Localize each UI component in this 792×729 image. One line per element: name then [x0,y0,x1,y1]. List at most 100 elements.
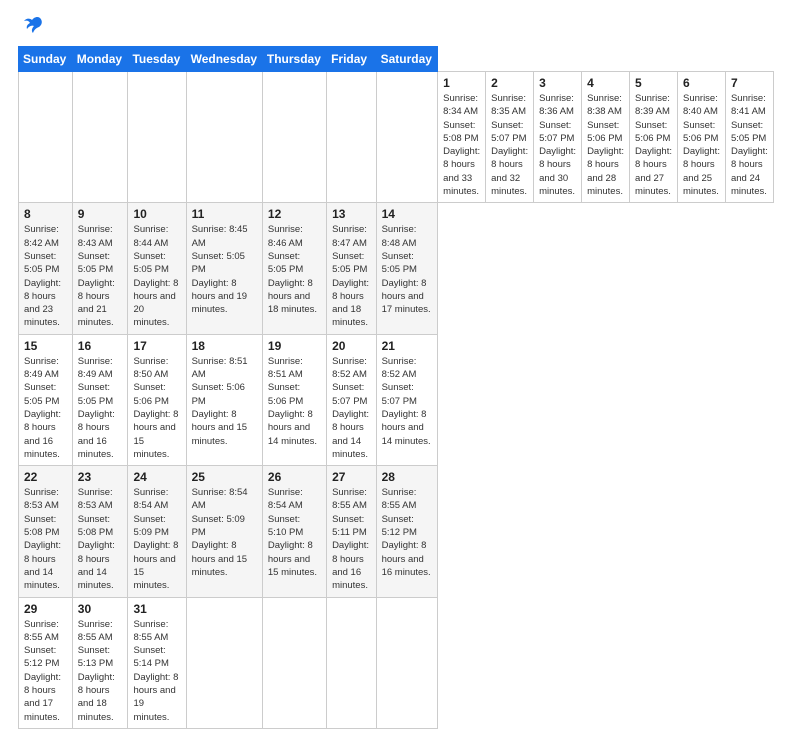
calendar-cell [327,597,377,728]
day-number: 25 [192,470,257,484]
calendar-cell: 12 Sunrise: 8:46 AMSunset: 5:05 PMDaylig… [262,203,326,334]
calendar-cell: 28 Sunrise: 8:55 AMSunset: 5:12 PMDaylig… [376,466,438,597]
calendar-cell: 25 Sunrise: 8:54 AMSunset: 5:09 PMDaylig… [186,466,262,597]
day-info: Sunrise: 8:51 AMSunset: 5:06 PMDaylight:… [268,355,321,448]
calendar-cell [327,72,377,203]
day-number: 20 [332,339,371,353]
day-number: 2 [491,76,528,90]
day-number: 22 [24,470,67,484]
calendar-header-friday: Friday [327,47,377,72]
day-number: 15 [24,339,67,353]
day-number: 18 [192,339,257,353]
day-number: 27 [332,470,371,484]
day-info: Sunrise: 8:55 AMSunset: 5:14 PMDaylight:… [133,618,180,724]
day-info: Sunrise: 8:53 AMSunset: 5:08 PMDaylight:… [78,486,123,592]
header [18,18,774,36]
day-number: 9 [78,207,123,221]
day-info: Sunrise: 8:55 AMSunset: 5:13 PMDaylight:… [78,618,123,724]
day-number: 3 [539,76,576,90]
day-number: 8 [24,207,67,221]
day-info: Sunrise: 8:42 AMSunset: 5:05 PMDaylight:… [24,223,67,329]
calendar-cell [186,72,262,203]
day-info: Sunrise: 8:53 AMSunset: 5:08 PMDaylight:… [24,486,67,592]
day-info: Sunrise: 8:55 AMSunset: 5:11 PMDaylight:… [332,486,371,592]
calendar-cell: 8 Sunrise: 8:42 AMSunset: 5:05 PMDayligh… [19,203,73,334]
day-info: Sunrise: 8:51 AMSunset: 5:06 PMDaylight:… [192,355,257,448]
calendar-cell: 29 Sunrise: 8:55 AMSunset: 5:12 PMDaylig… [19,597,73,728]
logo-text [18,18,44,36]
calendar-cell [72,72,128,203]
day-info: Sunrise: 8:34 AMSunset: 5:08 PMDaylight:… [443,92,480,198]
day-info: Sunrise: 8:52 AMSunset: 5:07 PMDaylight:… [382,355,433,448]
day-number: 21 [382,339,433,353]
day-number: 11 [192,207,257,221]
day-number: 13 [332,207,371,221]
calendar-cell: 23 Sunrise: 8:53 AMSunset: 5:08 PMDaylig… [72,466,128,597]
day-info: Sunrise: 8:44 AMSunset: 5:05 PMDaylight:… [133,223,180,329]
calendar-cell [376,72,438,203]
day-info: Sunrise: 8:40 AMSunset: 5:06 PMDaylight:… [683,92,720,198]
day-info: Sunrise: 8:36 AMSunset: 5:07 PMDaylight:… [539,92,576,198]
page: SundayMondayTuesdayWednesdayThursdayFrid… [0,0,792,612]
calendar-cell: 3 Sunrise: 8:36 AMSunset: 5:07 PMDayligh… [534,72,582,203]
calendar-cell: 9 Sunrise: 8:43 AMSunset: 5:05 PMDayligh… [72,203,128,334]
day-number: 1 [443,76,480,90]
calendar-cell: 4 Sunrise: 8:38 AMSunset: 5:06 PMDayligh… [582,72,630,203]
calendar-cell: 27 Sunrise: 8:55 AMSunset: 5:11 PMDaylig… [327,466,377,597]
calendar-cell: 16 Sunrise: 8:49 AMSunset: 5:05 PMDaylig… [72,334,128,465]
calendar-cell [262,597,326,728]
calendar-cell: 30 Sunrise: 8:55 AMSunset: 5:13 PMDaylig… [72,597,128,728]
calendar-header-sunday: Sunday [19,47,73,72]
day-info: Sunrise: 8:46 AMSunset: 5:05 PMDaylight:… [268,223,321,316]
calendar-cell: 18 Sunrise: 8:51 AMSunset: 5:06 PMDaylig… [186,334,262,465]
calendar-header-row: SundayMondayTuesdayWednesdayThursdayFrid… [19,47,774,72]
calendar-header-saturday: Saturday [376,47,438,72]
day-number: 10 [133,207,180,221]
calendar-cell: 20 Sunrise: 8:52 AMSunset: 5:07 PMDaylig… [327,334,377,465]
calendar-week-row: 1 Sunrise: 8:34 AMSunset: 5:08 PMDayligh… [19,72,774,203]
day-info: Sunrise: 8:54 AMSunset: 5:09 PMDaylight:… [192,486,257,579]
calendar-week-row: 8 Sunrise: 8:42 AMSunset: 5:05 PMDayligh… [19,203,774,334]
calendar-week-row: 22 Sunrise: 8:53 AMSunset: 5:08 PMDaylig… [19,466,774,597]
day-number: 6 [683,76,720,90]
calendar-header-monday: Monday [72,47,128,72]
calendar-cell: 2 Sunrise: 8:35 AMSunset: 5:07 PMDayligh… [486,72,534,203]
calendar-week-row: 29 Sunrise: 8:55 AMSunset: 5:12 PMDaylig… [19,597,774,728]
logo-bird-icon [22,14,44,36]
calendar-cell: 7 Sunrise: 8:41 AMSunset: 5:05 PMDayligh… [725,72,773,203]
calendar-cell: 21 Sunrise: 8:52 AMSunset: 5:07 PMDaylig… [376,334,438,465]
day-number: 14 [382,207,433,221]
day-number: 23 [78,470,123,484]
day-number: 19 [268,339,321,353]
calendar-header-wednesday: Wednesday [186,47,262,72]
calendar-cell: 24 Sunrise: 8:54 AMSunset: 5:09 PMDaylig… [128,466,186,597]
day-number: 30 [78,602,123,616]
day-number: 31 [133,602,180,616]
calendar-week-row: 15 Sunrise: 8:49 AMSunset: 5:05 PMDaylig… [19,334,774,465]
day-info: Sunrise: 8:55 AMSunset: 5:12 PMDaylight:… [382,486,433,579]
day-info: Sunrise: 8:35 AMSunset: 5:07 PMDaylight:… [491,92,528,198]
calendar-cell: 17 Sunrise: 8:50 AMSunset: 5:06 PMDaylig… [128,334,186,465]
day-info: Sunrise: 8:54 AMSunset: 5:10 PMDaylight:… [268,486,321,579]
calendar-header-thursday: Thursday [262,47,326,72]
calendar-cell: 6 Sunrise: 8:40 AMSunset: 5:06 PMDayligh… [678,72,726,203]
calendar-cell: 22 Sunrise: 8:53 AMSunset: 5:08 PMDaylig… [19,466,73,597]
calendar-cell: 15 Sunrise: 8:49 AMSunset: 5:05 PMDaylig… [19,334,73,465]
day-number: 28 [382,470,433,484]
day-number: 24 [133,470,180,484]
day-info: Sunrise: 8:54 AMSunset: 5:09 PMDaylight:… [133,486,180,592]
calendar-cell: 26 Sunrise: 8:54 AMSunset: 5:10 PMDaylig… [262,466,326,597]
day-number: 5 [635,76,672,90]
day-number: 17 [133,339,180,353]
calendar-table: SundayMondayTuesdayWednesdayThursdayFrid… [18,46,774,729]
calendar-cell: 10 Sunrise: 8:44 AMSunset: 5:05 PMDaylig… [128,203,186,334]
calendar-cell [262,72,326,203]
calendar-cell [19,72,73,203]
calendar-cell: 14 Sunrise: 8:48 AMSunset: 5:05 PMDaylig… [376,203,438,334]
calendar-cell: 31 Sunrise: 8:55 AMSunset: 5:14 PMDaylig… [128,597,186,728]
day-number: 26 [268,470,321,484]
day-info: Sunrise: 8:41 AMSunset: 5:05 PMDaylight:… [731,92,768,198]
day-info: Sunrise: 8:50 AMSunset: 5:06 PMDaylight:… [133,355,180,461]
calendar-cell [128,72,186,203]
calendar-cell: 19 Sunrise: 8:51 AMSunset: 5:06 PMDaylig… [262,334,326,465]
